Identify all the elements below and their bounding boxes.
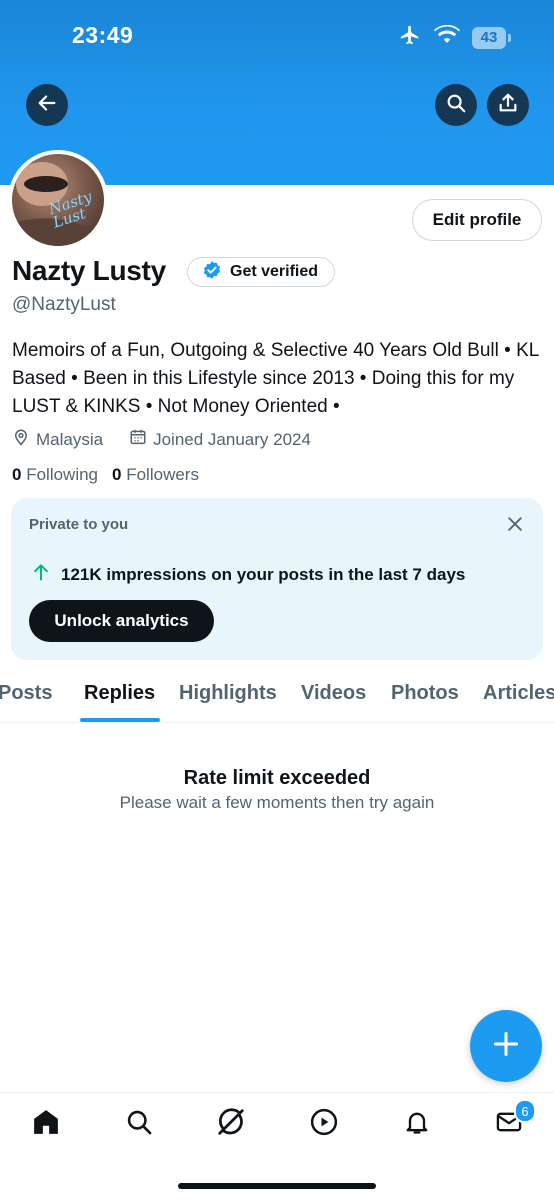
verified-badge-icon [202, 260, 222, 285]
nav-messages[interactable]: 6 [494, 1099, 536, 1139]
following-count: 0 [12, 465, 22, 484]
grok-icon [216, 1107, 246, 1142]
active-tab-indicator [80, 718, 160, 722]
tab-highlights[interactable]: Highlights [179, 682, 277, 705]
location-text: Malaysia [36, 429, 104, 449]
share-icon [497, 92, 519, 119]
search-icon [445, 92, 467, 119]
get-verified-button[interactable]: Get verified [187, 257, 336, 287]
impressions-line: 121K impressions on your posts in the la… [31, 561, 465, 588]
plus-icon [492, 1030, 520, 1063]
profile-meta: Malaysia Joined January 2024 [12, 427, 311, 452]
followers-count: 0 [112, 465, 122, 484]
tab-articles[interactable]: Articles [483, 682, 554, 705]
status-icons: 43 [398, 24, 511, 51]
arrow-up-icon [31, 561, 51, 588]
tab-replies[interactable]: Replies [84, 682, 155, 705]
home-indicator[interactable] [178, 1183, 376, 1189]
messages-badge: 6 [514, 1099, 536, 1123]
card-title: Private to you [29, 516, 129, 533]
empty-state-title: Rate limit exceeded [183, 767, 371, 789]
search-icon [125, 1108, 153, 1141]
compose-button[interactable] [470, 1010, 542, 1082]
follow-stats: 0 Following 0 Followers [12, 465, 199, 485]
nav-notifications[interactable] [402, 1109, 432, 1139]
nav-grok[interactable] [216, 1107, 246, 1142]
tab-videos[interactable]: Videos [301, 682, 366, 705]
nav-search[interactable] [124, 1109, 154, 1139]
impressions-text: 121K impressions on your posts in the la… [61, 564, 466, 584]
bell-icon [403, 1108, 431, 1141]
edit-profile-button[interactable]: Edit profile [412, 199, 542, 241]
tab-photos[interactable]: Photos [391, 682, 459, 705]
get-verified-label: Get verified [230, 263, 319, 280]
analytics-card: Private to you 121K impressions on your … [11, 498, 543, 660]
unlock-analytics-button[interactable]: Unlock analytics [29, 600, 214, 642]
nav-home[interactable] [31, 1109, 61, 1139]
search-button[interactable] [435, 84, 477, 126]
empty-state-subtitle: Please wait a few moments then try again [119, 793, 435, 812]
followers-link[interactable]: 0 Followers [112, 465, 199, 485]
calendar-icon [129, 428, 147, 451]
followers-label: Followers [126, 465, 199, 484]
back-arrow-icon [36, 92, 58, 119]
status-time: 23:49 [72, 22, 134, 48]
location-pin-icon [12, 427, 30, 452]
home-icon [31, 1107, 61, 1142]
close-icon [505, 517, 525, 538]
battery-indicator: 43 [472, 26, 511, 49]
following-label: Following [26, 465, 99, 484]
video-play-icon [309, 1107, 339, 1142]
user-handle: @NaztyLust [12, 294, 116, 315]
profile-tabs: Posts Replies Highlights Videos Photos A… [0, 668, 554, 723]
joined-date: Joined January 2024 [153, 429, 311, 449]
share-button[interactable] [487, 84, 529, 126]
wifi-icon [434, 24, 460, 50]
tab-posts[interactable]: Posts [0, 682, 52, 705]
avatar[interactable]: Nasty Lust [8, 150, 108, 250]
following-link[interactable]: 0 Following [12, 465, 98, 485]
nav-video[interactable] [309, 1107, 339, 1142]
airplane-mode-icon [398, 24, 422, 51]
back-button[interactable] [26, 84, 68, 126]
display-name: Nazty Lusty [12, 255, 166, 286]
profile-bio: Memoirs of a Fun, Outgoing & Selective 4… [12, 340, 539, 417]
close-card-button[interactable] [505, 514, 525, 539]
